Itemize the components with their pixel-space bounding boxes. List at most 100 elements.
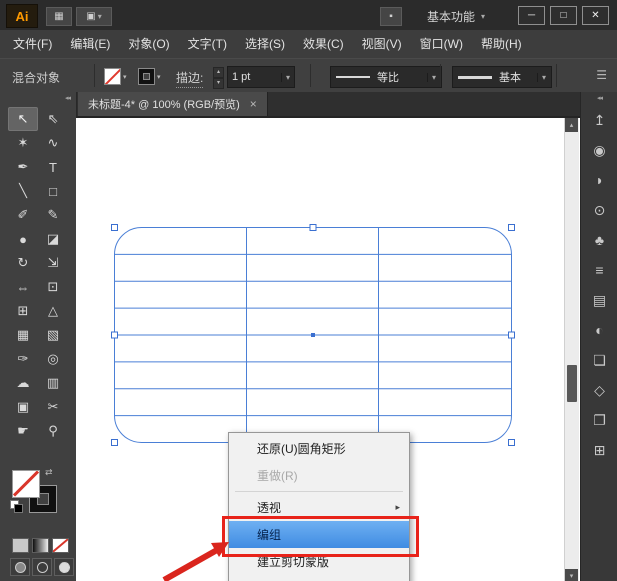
fill-swatch[interactable] [12, 470, 40, 498]
lasso-tool[interactable]: ∿ [38, 131, 68, 155]
vertical-scrollbar[interactable]: ▴ ▾ [564, 118, 579, 581]
artboard-tool[interactable]: ▣ [8, 395, 38, 419]
menu-item-transform[interactable]: 变换 ▸ [229, 575, 409, 581]
stroke-panel-icon[interactable]: ≡ [581, 255, 617, 285]
none-button[interactable] [52, 538, 69, 553]
stepper-up-icon[interactable]: ▴ [213, 67, 224, 78]
rotate-tool[interactable]: ↻ [8, 251, 38, 275]
dock-collapse-icon[interactable]: ◂◂ [581, 92, 617, 105]
blend-tool[interactable]: ◎ [38, 347, 68, 371]
menu-window[interactable]: 窗口(W) [411, 30, 472, 58]
scroll-up-icon[interactable]: ▴ [565, 118, 578, 132]
menu-item-label: 还原(U)圆角矩形 [257, 440, 346, 457]
shape-builder-tool[interactable]: ⊞ [8, 299, 38, 323]
magic-wand-tool[interactable]: ✶ [8, 131, 38, 155]
symbols-panel-icon[interactable]: ♣ [581, 225, 617, 255]
stepper-down-icon[interactable]: ▾ [213, 78, 224, 89]
color-button[interactable] [12, 538, 29, 553]
canvas[interactable]: ▴ ▾ 还原(U)圆角矩形 重做(R) 透视 ▸ 编组 建立剪切蒙版 [76, 116, 580, 581]
swap-fill-stroke-icon[interactable]: ⇄ [45, 467, 53, 478]
eyedropper-tool[interactable]: ✑ [8, 347, 38, 371]
graphic-styles-panel-icon[interactable]: ◇ [581, 375, 617, 405]
zoom-tool[interactable]: ⚲ [38, 419, 68, 443]
app-bar-button[interactable]: ▪ [380, 7, 402, 26]
menu-item-undo-rounded-rectangle[interactable]: 还原(U)圆角矩形 [229, 435, 409, 462]
draw-behind-button[interactable] [32, 558, 52, 576]
menu-item-group[interactable]: 编组 [229, 521, 409, 548]
scrollbar-thumb[interactable] [567, 365, 577, 402]
appearance-panel-icon[interactable]: ❏ [581, 345, 617, 375]
type-tool-icon: T [49, 160, 57, 175]
slice-tool[interactable]: ✂ [38, 395, 68, 419]
selection-tool[interactable]: ↖ [8, 107, 38, 131]
line-segment-tool[interactable]: ╲ [8, 179, 38, 203]
pencil-tool[interactable]: ✎ [38, 203, 68, 227]
stroke-weight-stepper[interactable]: ▴ ▾ [213, 67, 224, 86]
transparency-panel-icon[interactable]: ◐ [581, 315, 617, 345]
artboards-panel-icon[interactable]: ⊞ [581, 435, 617, 465]
navigator-panel-icon[interactable]: ↥ [581, 105, 617, 135]
arrange-documents-button[interactable]: ▣ ▾ [76, 7, 112, 26]
gradient-tool[interactable]: ▧ [38, 323, 68, 347]
pen-tool[interactable]: ✒ [8, 155, 38, 179]
menu-object[interactable]: 对象(O) [119, 30, 178, 58]
control-panel-menu-icon[interactable]: ☰ [596, 68, 607, 82]
menu-effect[interactable]: 效果(C) [294, 30, 353, 58]
chevron-down-icon[interactable]: ▾ [281, 73, 290, 82]
maximize-button[interactable]: □ [550, 6, 577, 25]
draw-normal-icon [15, 562, 26, 573]
minimize-button[interactable]: ─ [518, 6, 545, 25]
hand-tool[interactable]: ☛ [8, 419, 38, 443]
menu-edit[interactable]: 编辑(E) [61, 30, 119, 58]
menu-file[interactable]: 文件(F) [4, 30, 61, 58]
eraser-tool[interactable]: ◪ [38, 227, 68, 251]
draw-normal-button[interactable] [10, 558, 30, 576]
color-guide-panel-icon[interactable]: ◗ [581, 165, 617, 195]
swatches-panel-icon[interactable]: ⊙ [581, 195, 617, 225]
document-tab[interactable]: 未标题-4* @ 100% (RGB/预览) × [78, 92, 268, 116]
menu-help[interactable]: 帮助(H) [472, 30, 531, 58]
fill-color-control[interactable]: ▾ [104, 68, 127, 85]
default-fill-stroke-icon[interactable] [10, 500, 22, 512]
menu-view[interactable]: 视图(V) [353, 30, 411, 58]
menu-item-make-clipping-mask[interactable]: 建立剪切蒙版 [229, 548, 409, 575]
scroll-down-icon[interactable]: ▾ [565, 569, 578, 581]
bridge-button[interactable]: ▦ [46, 7, 72, 26]
type-tool[interactable]: T [38, 155, 68, 179]
panel-dock: ◂◂ ↥ ◉ ◗ ⊙ ♣ ≡ ▤ ◐ ❏ ◇ ❐ ⊞ [580, 92, 617, 581]
perspective-grid-tool[interactable]: △ [38, 299, 68, 323]
menu-select[interactable]: 选择(S) [236, 30, 294, 58]
close-button[interactable]: ✕ [582, 6, 609, 25]
stroke-panel-link[interactable]: 描边: [176, 69, 203, 88]
menu-item-redo[interactable]: 重做(R) [229, 462, 409, 489]
paintbrush-tool-icon: ✐ [18, 207, 29, 223]
tools-collapse-icon[interactable]: ◂◂ [0, 92, 76, 105]
stroke-weight-field[interactable]: 1 pt ▾ [227, 66, 295, 88]
menu-item-perspective[interactable]: 透视 ▸ [229, 494, 409, 521]
fill-none-swatch[interactable] [104, 68, 121, 85]
stroke-color-control[interactable]: ▾ [138, 68, 161, 85]
rectangle-tool[interactable]: □ [38, 179, 68, 203]
menu-type[interactable]: 文字(T) [179, 30, 236, 58]
draw-inside-button[interactable] [54, 558, 74, 576]
brush-definition-dropdown[interactable]: 基本 ▾ [452, 66, 552, 88]
width-tool[interactable]: ⇔ [8, 275, 38, 299]
blob-brush-tool[interactable]: ● [8, 227, 38, 251]
stroke-swatch[interactable] [138, 68, 155, 85]
direct-selection-tool[interactable]: ⇖ [38, 107, 68, 131]
tab-close-icon[interactable]: × [250, 97, 257, 111]
mesh-tool[interactable]: ▦ [8, 323, 38, 347]
color-panel-icon[interactable]: ◉ [581, 135, 617, 165]
scale-tool[interactable]: ⇲ [38, 251, 68, 275]
width-profile-dropdown[interactable]: 等比 ▾ [330, 66, 442, 88]
chevron-down-icon[interactable]: ▾ [427, 73, 436, 82]
column-graph-tool[interactable]: ▥ [38, 371, 68, 395]
workspace-switcher[interactable]: 基本功能 ▾ [427, 8, 485, 25]
gradient-button[interactable] [32, 538, 49, 553]
free-transform-tool[interactable]: ⊡ [38, 275, 68, 299]
layers-panel-icon[interactable]: ❐ [581, 405, 617, 435]
paintbrush-tool[interactable]: ✐ [8, 203, 38, 227]
gradient-panel-icon[interactable]: ▤ [581, 285, 617, 315]
chevron-down-icon[interactable]: ▾ [537, 73, 546, 82]
symbol-sprayer-tool[interactable]: ☁ [8, 371, 38, 395]
